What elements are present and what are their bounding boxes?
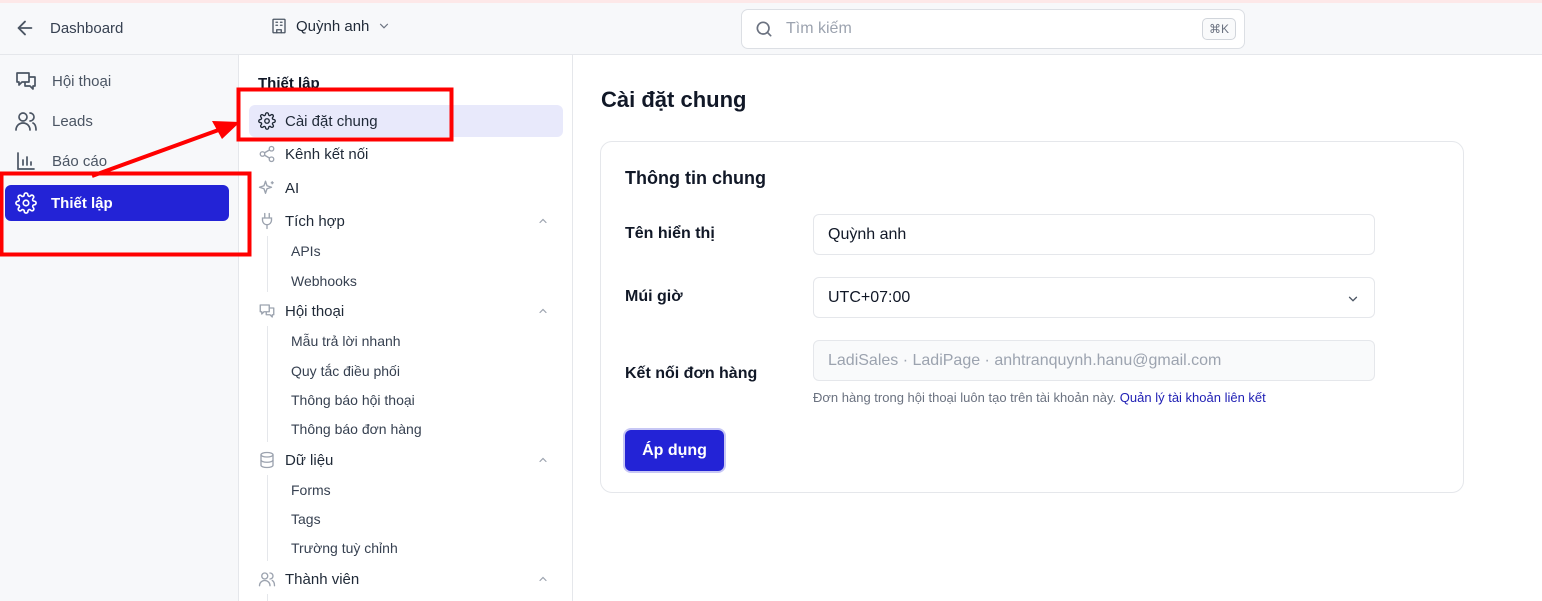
sidebar-item-conversations[interactable]: Hội thoại (14, 63, 111, 99)
tree-line (267, 236, 268, 292)
workspace-selector[interactable]: Quỳnh anh (270, 17, 391, 35)
chat-icon (259, 304, 275, 318)
search-icon (756, 21, 772, 37)
settings-subitem-forms[interactable]: Forms (291, 482, 331, 498)
gear-icon (15, 192, 37, 214)
share-icon (259, 145, 275, 163)
search-shortcut: ⌘K (1201, 18, 1236, 40)
chat-icon (16, 72, 36, 90)
display-name-label: Tên hiển thị (625, 225, 715, 242)
settings-subitem-quick-replies[interactable]: Mẫu trả lời nhanh (291, 333, 401, 349)
sidebar-item-label: Báo cáo (52, 152, 108, 170)
order-link-value: LadiSales · LadiPage · anhtranquynh.hanu… (828, 351, 1222, 369)
arrow-left-icon (17, 20, 33, 36)
settings-subitem-conversation-notifications[interactable]: Thông báo hội thoại (291, 392, 415, 408)
settings-subitem-custom-fields[interactable]: Trường tuỳ chỉnh (291, 540, 398, 556)
display-name-field[interactable]: Quỳnh anh (813, 214, 1375, 255)
users-icon (15, 112, 37, 131)
general-info-card: Thông tin chung Tên hiển thị Quỳnh anh M… (600, 141, 1464, 493)
settings-subitem-tags[interactable]: Tags (291, 511, 321, 527)
settings-item-label: Cài đặt chung (285, 112, 378, 130)
settings-subitem-order-notifications[interactable]: Thông báo đơn hàng (291, 421, 422, 437)
settings-item-label: Hội thoại (285, 302, 345, 320)
settings-group-data[interactable]: Dữ liệu (249, 444, 563, 476)
manage-linked-accounts-link[interactable]: Quản lý tài khoản liên kết (1120, 390, 1266, 405)
settings-item-label: Dữ liệu (285, 451, 334, 469)
page-title: Cài đặt chung (601, 87, 747, 112)
sparkle-icon (258, 180, 274, 194)
timezone-value: UTC+07:00 (828, 288, 911, 306)
chevron-up-icon[interactable] (537, 573, 549, 585)
sidebar-item-label: Thiết lập (51, 194, 113, 212)
settings-subitem-apis[interactable]: APIs (291, 243, 321, 259)
timezone-select[interactable]: UTC+07:00 (813, 277, 1375, 318)
settings-subitem-webhooks[interactable]: Webhooks (291, 273, 357, 289)
chevron-up-icon[interactable] (537, 215, 549, 227)
settings-sidebar-title: Thiết lập (258, 75, 320, 92)
users-icon (258, 572, 276, 587)
search-box[interactable]: ⌘K (741, 9, 1245, 49)
settings-item-label: AI (285, 179, 300, 197)
settings-group-members[interactable]: Thành viên (249, 563, 563, 595)
sidebar-item-settings[interactable]: Thiết lập (5, 185, 229, 221)
card-title: Thông tin chung (625, 168, 766, 188)
chevron-up-icon[interactable] (537, 454, 549, 466)
back-label: Dashboard (50, 19, 124, 37)
settings-sidebar: Thiết lập Cài đặt chung Kênh kết nối AI … (238, 55, 573, 601)
settings-item-general[interactable]: Cài đặt chung (249, 105, 563, 137)
main-sidebar: Hội thoại Leads Báo cáo Thiết lập (0, 55, 238, 601)
workspace-name: Quỳnh anh (296, 17, 370, 35)
order-link-label: Kết nối đơn hàng (625, 365, 758, 382)
chevron-up-icon[interactable] (537, 305, 549, 317)
settings-group-conversations[interactable]: Hội thoại (249, 295, 563, 327)
gear-icon (258, 112, 276, 130)
settings-item-label: Kênh kết nối (285, 145, 369, 163)
main-content: Cài đặt chung Thông tin chung Tên hiển t… (574, 55, 1542, 601)
settings-group-integrations[interactable]: Tích hợp (249, 205, 563, 237)
search-input[interactable] (786, 20, 1166, 38)
sidebar-item-label: Hội thoại (52, 72, 112, 90)
database-icon (260, 451, 274, 469)
settings-item-label: Tích hợp (285, 212, 345, 230)
order-link-field: LadiSales · LadiPage · anhtranquynh.hanu… (813, 340, 1375, 381)
back-to-dashboard[interactable]: Dashboard (14, 17, 123, 39)
chart-icon (17, 152, 35, 170)
plug-icon (261, 212, 273, 230)
settings-item-ai[interactable]: AI (249, 172, 563, 204)
settings-subitem-routing-rules[interactable]: Quy tắc điều phối (291, 363, 400, 379)
order-link-hint: Đơn hàng trong hội thoại luôn tạo trên t… (813, 390, 1266, 405)
settings-item-channels[interactable]: Kênh kết nối (249, 138, 563, 170)
top-bar: Dashboard Quỳnh anh ⌘K (0, 3, 1542, 55)
tree-line (267, 475, 268, 561)
building-icon (272, 18, 286, 34)
sidebar-item-reports[interactable]: Báo cáo (14, 143, 107, 179)
tree-line (267, 594, 268, 601)
sidebar-item-label: Leads (52, 112, 93, 130)
tree-line (267, 326, 268, 442)
chevron-down-icon (380, 23, 389, 29)
display-name-value: Quỳnh anh (828, 225, 907, 243)
hint-text: Đơn hàng trong hội thoại luôn tạo trên t… (813, 390, 1117, 405)
settings-item-label: Thành viên (285, 570, 360, 588)
apply-button[interactable]: Áp dụng (625, 430, 724, 471)
sidebar-item-leads[interactable]: Leads (14, 103, 93, 139)
chevron-down-icon (1348, 296, 1358, 302)
timezone-label: Múi giờ (625, 288, 683, 305)
